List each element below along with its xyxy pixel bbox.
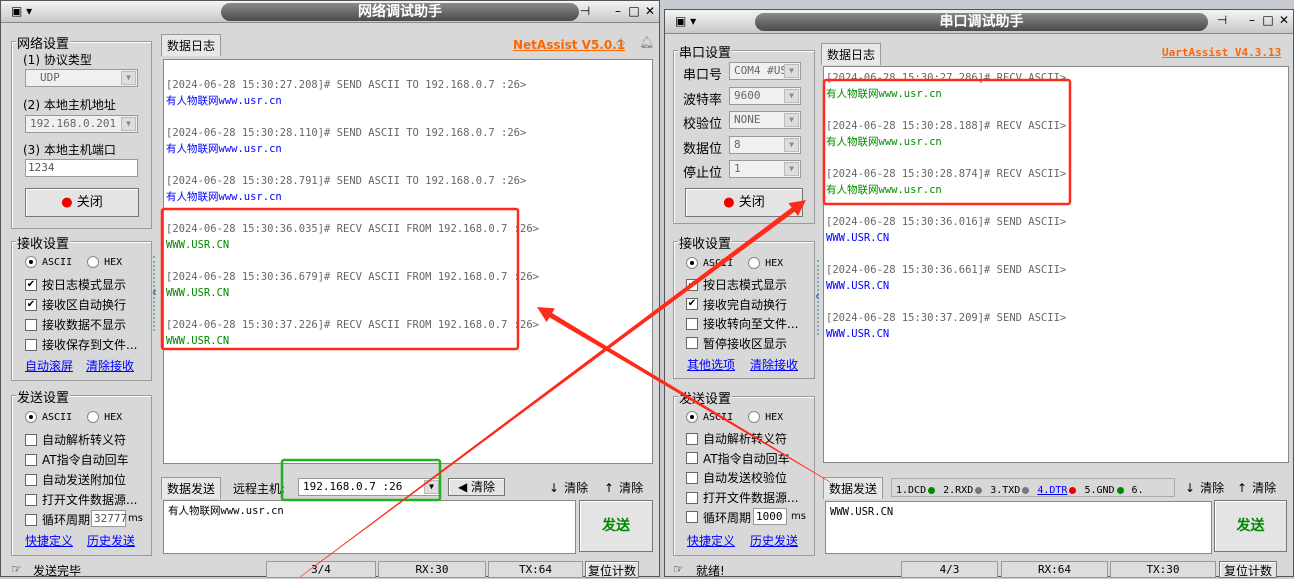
- highlight-box-recv-net: [160, 207, 520, 351]
- highlight-box-remote-host: [280, 458, 442, 502]
- highlight-box-recv-uart: [822, 78, 1072, 206]
- arrow-net-to-uart: [299, 200, 806, 577]
- annotation-overlay: [160, 78, 1072, 577]
- arrow-uart-to-net: [537, 307, 831, 483]
